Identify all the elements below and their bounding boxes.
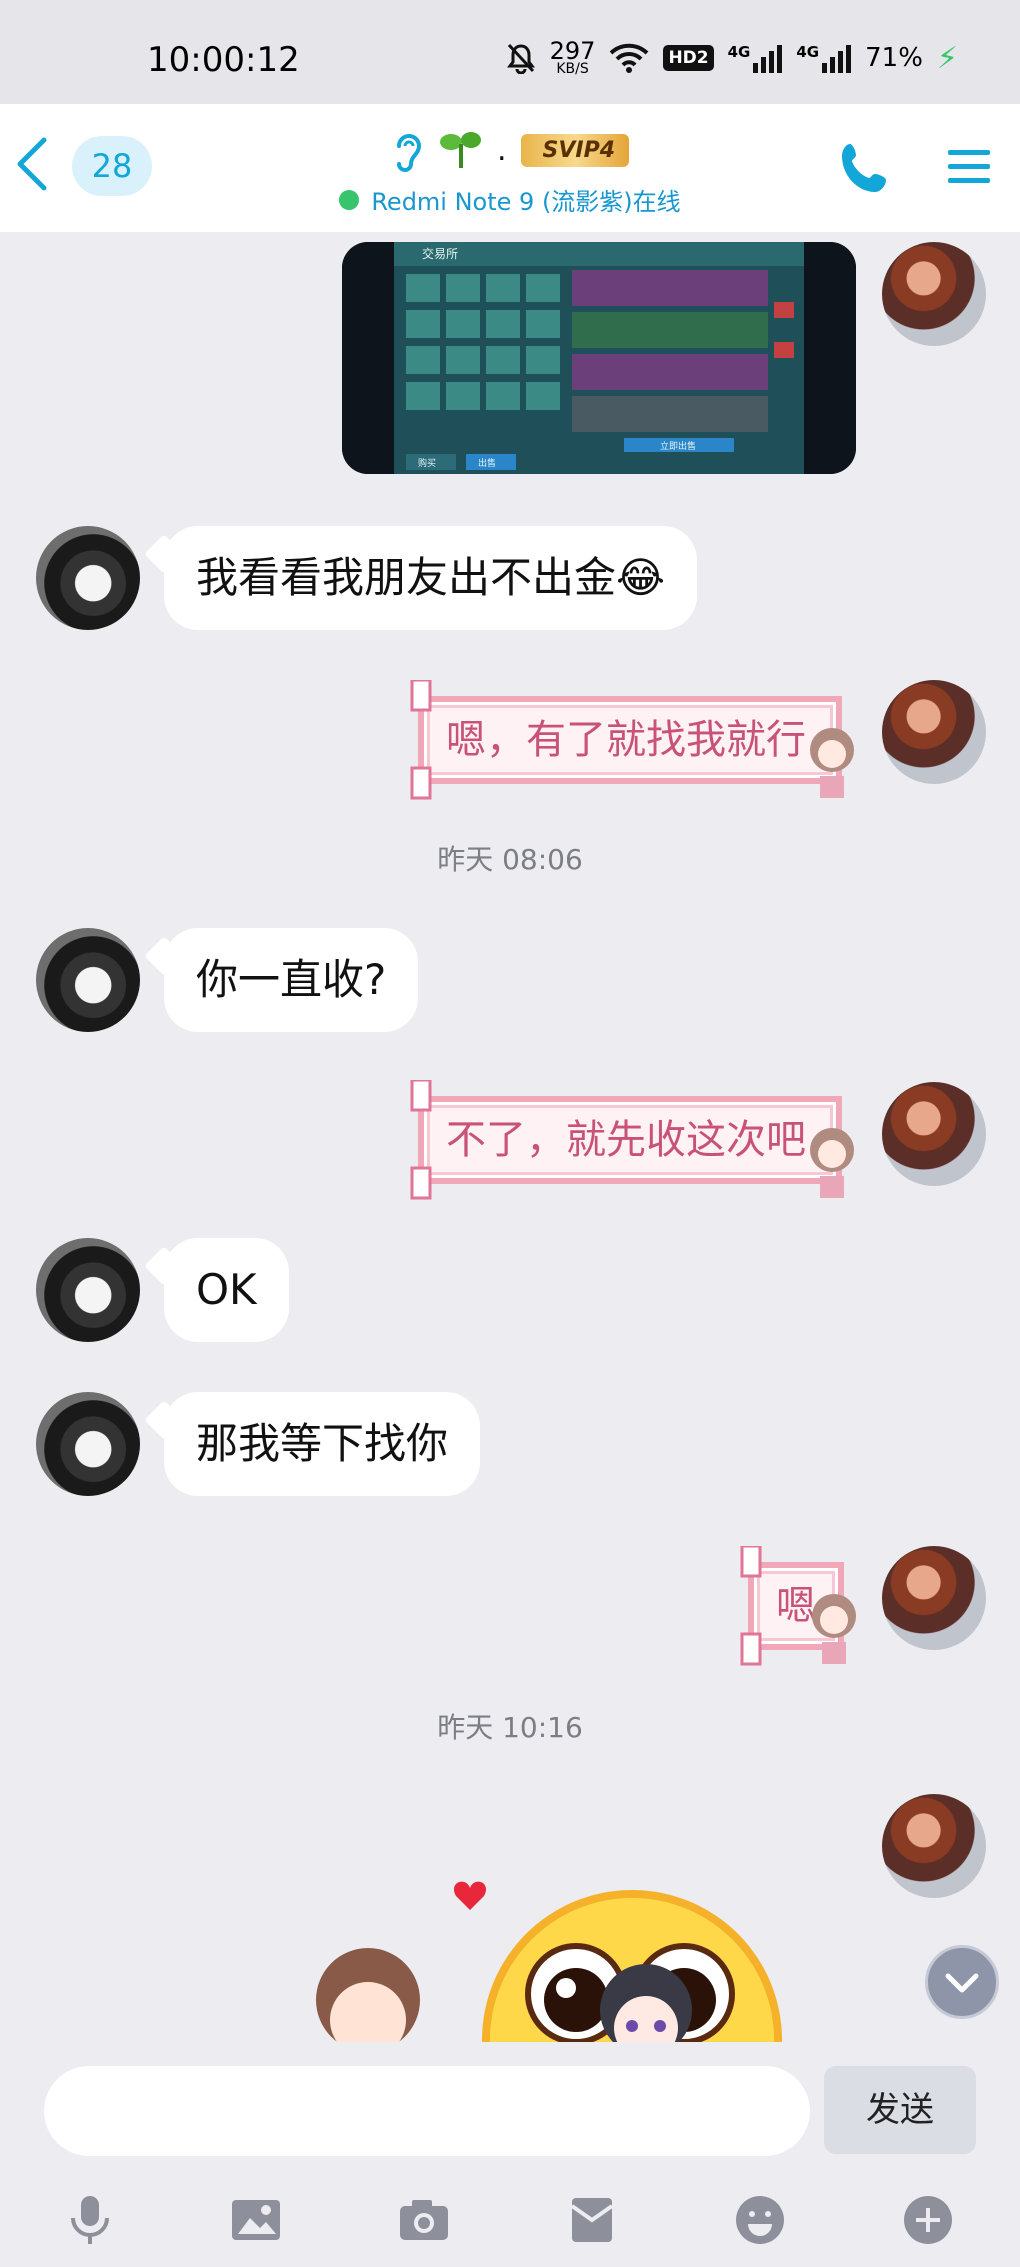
peer-avatar[interactable] bbox=[36, 1392, 140, 1496]
sell-tab: 出售 bbox=[478, 457, 496, 469]
signal-bars-icon bbox=[822, 43, 852, 74]
message-input[interactable] bbox=[44, 2066, 810, 2156]
composer: 发送 bbox=[0, 2042, 1020, 2267]
sprout-icon bbox=[439, 132, 481, 168]
sticker-message[interactable] bbox=[300, 1850, 800, 2042]
camera-icon[interactable] bbox=[396, 2192, 452, 2248]
my-avatar[interactable] bbox=[882, 242, 986, 346]
ear-icon bbox=[396, 134, 421, 172]
bubble-ornament-icon bbox=[740, 1546, 762, 1666]
mute-bell-icon bbox=[506, 44, 535, 75]
chibi-girl-icon bbox=[812, 1594, 856, 1664]
timestamp: 昨天 08:06 bbox=[437, 843, 583, 876]
my-message-bubble[interactable]: 嗯，有了就找我就行 bbox=[410, 680, 854, 800]
peer-avatar[interactable] bbox=[36, 1238, 140, 1342]
bubble-ornament-icon bbox=[410, 680, 432, 800]
hd-voice-badge: HD2 bbox=[663, 45, 714, 72]
scroll-to-bottom-button[interactable] bbox=[925, 1945, 999, 2019]
network-speed: 297 KB/S bbox=[549, 37, 596, 77]
peer-message-bubble[interactable]: OK bbox=[164, 1238, 289, 1342]
phone-call-icon[interactable] bbox=[838, 140, 894, 196]
emoji-icon[interactable] bbox=[732, 2192, 788, 2248]
bubble-ornament-icon bbox=[410, 1080, 432, 1200]
confirm-sell-button: 立即出售 bbox=[660, 440, 696, 452]
plus-icon[interactable] bbox=[900, 2192, 956, 2248]
status-icons: 297 KB/S HD2 4G 4G 71% ⚡ bbox=[506, 37, 958, 77]
peer-avatar[interactable] bbox=[36, 928, 140, 1032]
timestamp: 昨天 10:16 bbox=[437, 1711, 583, 1744]
battery-level: 71% bbox=[865, 43, 923, 74]
sim1-signal: 4G bbox=[728, 43, 783, 74]
my-avatar[interactable] bbox=[882, 1082, 986, 1186]
menu-icon[interactable] bbox=[946, 144, 992, 190]
online-dot-icon bbox=[339, 189, 360, 210]
charging-bolt-icon: ⚡ bbox=[936, 40, 958, 76]
buy-tab: 购买 bbox=[418, 457, 436, 469]
svip-badge: SVIP4 bbox=[520, 133, 630, 167]
game-screenshot-image: 交易所 购买 出售 立即出售 bbox=[342, 242, 856, 474]
name-separator: . bbox=[496, 132, 507, 168]
send-button[interactable]: 发送 bbox=[824, 2066, 976, 2154]
peer-message-bubble[interactable]: 那我等下找你 bbox=[164, 1392, 481, 1496]
chibi-girl-icon bbox=[810, 728, 854, 798]
status-time: 10:00:12 bbox=[147, 40, 300, 80]
microphone-icon[interactable] bbox=[62, 2192, 118, 2248]
image-message[interactable]: 交易所 购买 出售 立即出售 bbox=[342, 242, 856, 474]
device-status-text: Redmi Note 9 (流影紫)在线 bbox=[371, 188, 681, 216]
peer-avatar[interactable] bbox=[36, 526, 140, 630]
my-avatar[interactable] bbox=[882, 1794, 986, 1898]
sim2-signal: 4G bbox=[796, 43, 852, 74]
wifi-icon bbox=[610, 43, 649, 74]
red-packet-icon[interactable] bbox=[564, 2192, 620, 2248]
my-avatar[interactable] bbox=[882, 680, 986, 784]
peer-message-bubble[interactable]: 你一直收? bbox=[164, 928, 419, 1032]
peer-message-bubble[interactable]: 我看看我朋友出不出金😂 bbox=[164, 526, 698, 630]
chevron-down-icon bbox=[945, 1973, 979, 1993]
my-message-bubble[interactable]: 不了，就先收这次吧 bbox=[410, 1080, 854, 1200]
message-text: 不了，就先收这次吧 bbox=[446, 1117, 806, 1163]
input-toolbar bbox=[0, 2182, 1020, 2262]
my-avatar[interactable] bbox=[882, 1546, 986, 1650]
message-text: 嗯，有了就找我就行 bbox=[446, 717, 806, 763]
chat-header: 28 . SVIP4 Redmi Note 9 (流影紫)在线 bbox=[0, 104, 1020, 232]
chibi-girl-icon bbox=[810, 1128, 854, 1198]
image-icon[interactable] bbox=[228, 2192, 284, 2248]
my-message-bubble[interactable]: 嗯 bbox=[740, 1546, 856, 1666]
signal-bars-icon bbox=[753, 43, 783, 74]
crying-emoji-sticker-icon bbox=[316, 1881, 782, 2042]
status-bar: 10:00:12 297 KB/S HD2 4G 4G 71% ⚡ bbox=[0, 0, 1020, 104]
panel-title: 交易所 bbox=[422, 246, 458, 261]
